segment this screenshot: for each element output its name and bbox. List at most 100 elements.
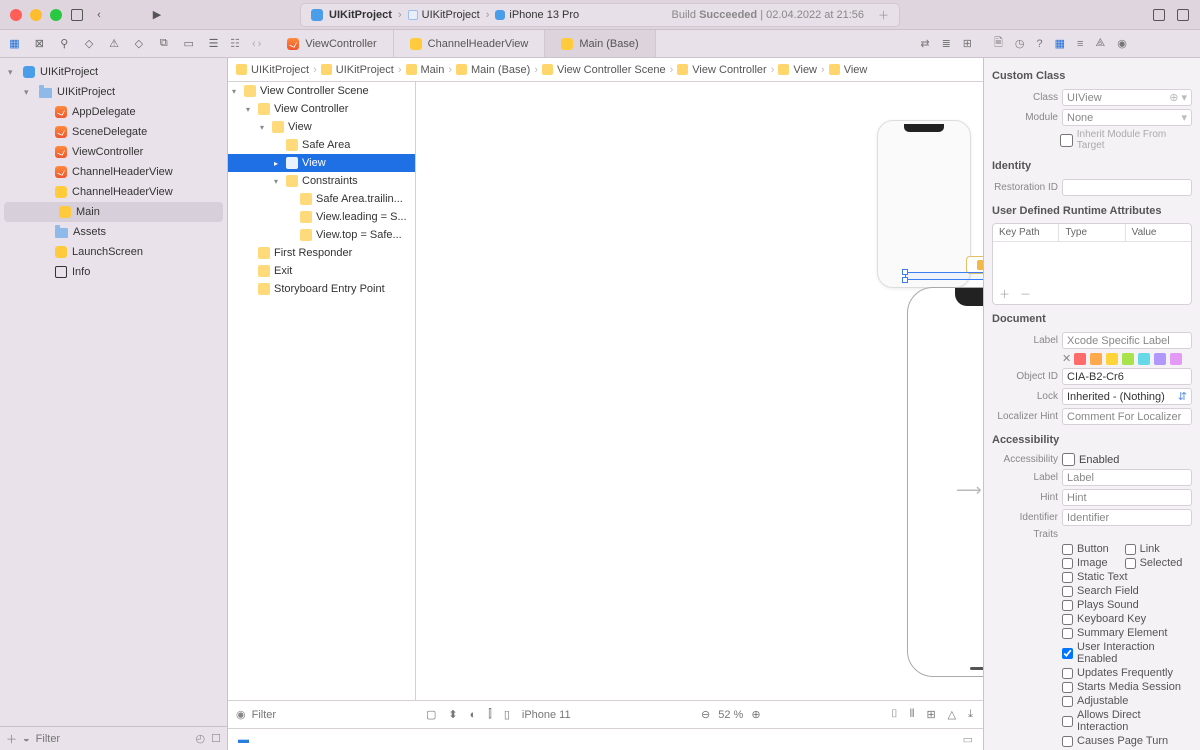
outline-item[interactable]: ▸View (228, 154, 415, 172)
zoom-in-icon[interactable]: ⊕ (751, 708, 760, 721)
preview-device-label[interactable]: iPhone 11 (522, 709, 571, 721)
trait-checkbox[interactable] (1062, 600, 1073, 611)
breadcrumb-segment[interactable]: UIKitProject (336, 64, 394, 76)
report-navigator-icon[interactable]: ☰ (207, 37, 220, 51)
orientation-icon[interactable]: ⬍ (448, 708, 457, 721)
trait-checkbox[interactable] (1062, 736, 1073, 747)
color-swatch[interactable] (1122, 353, 1134, 365)
lochint-field[interactable]: Comment For Localizer (1062, 408, 1192, 425)
debug-view-icon[interactable]: ▬ (238, 734, 249, 746)
trait-checkbox[interactable] (1062, 696, 1073, 707)
outline-item[interactable]: ▾View Controller (228, 100, 415, 118)
restoration-id-field[interactable] (1062, 179, 1192, 196)
navigator-item[interactable]: ChannelHeaderView (0, 182, 227, 202)
trait-checkbox[interactable] (1062, 628, 1073, 639)
help-inspector-icon[interactable]: ? (1036, 38, 1042, 50)
adjust-editor-icon[interactable]: ≣ (942, 37, 951, 50)
add-attr-icon[interactable]: ＋ (999, 286, 1010, 302)
identity-inspector-icon[interactable]: ▦ (1055, 37, 1065, 50)
trait-checkbox[interactable] (1125, 544, 1136, 555)
disclosure-icon[interactable]: ▾ (246, 105, 254, 114)
debug-filter-icon[interactable]: ▭ (963, 733, 973, 746)
editor-tab[interactable]: ViewController (271, 30, 393, 57)
file-inspector-icon[interactable]: 🗎 (994, 34, 1003, 53)
resolve-icon[interactable]: △ (948, 708, 956, 721)
view-as-icon[interactable]: ▢ (426, 708, 436, 721)
nav-chevron-icon[interactable]: ‹ (92, 8, 106, 22)
color-swatch[interactable] (1074, 353, 1086, 365)
trait-checkbox[interactable] (1062, 648, 1073, 659)
acc-label-field[interactable]: Label (1062, 469, 1192, 486)
issue-navigator-icon[interactable]: ⚠ (108, 37, 121, 51)
outline-item[interactable]: View.top = Safe... (228, 226, 415, 244)
canvas-minimap[interactable] (877, 120, 971, 288)
color-swatch[interactable] (1106, 353, 1118, 365)
trait-checkbox[interactable] (1062, 544, 1073, 555)
trait-checkbox[interactable] (1062, 558, 1073, 569)
outline-filter-icon[interactable]: ◉ (236, 708, 246, 721)
disclosure-icon[interactable]: ▸ (274, 159, 282, 168)
outline-item[interactable]: ▾View Controller Scene (228, 82, 415, 100)
acc-ident-field[interactable]: Identifier (1062, 509, 1192, 526)
acc-enabled-checkbox[interactable] (1062, 453, 1075, 466)
color-swatch[interactable] (1154, 353, 1166, 365)
runtime-attrs-table[interactable]: Key Path Type Value ＋－ (992, 223, 1192, 305)
add-editor-icon[interactable]: ⊞ (963, 37, 972, 50)
breadcrumb-segment[interactable]: View Controller Scene (557, 64, 666, 76)
trait-checkbox[interactable] (1062, 572, 1073, 583)
class-field[interactable]: UIView⊕ ▾ (1062, 89, 1192, 106)
breadcrumb-segment[interactable]: View Controller (692, 64, 766, 76)
navigator-item[interactable]: SceneDelegate (0, 122, 227, 142)
editor-tab[interactable]: ChannelHeaderView (394, 30, 546, 57)
zoom-level[interactable]: 52 % (718, 709, 743, 721)
add-target-icon[interactable]: ＋ (6, 731, 17, 747)
trait-checkbox[interactable] (1062, 668, 1073, 679)
attributes-inspector-icon[interactable]: ≡ (1077, 38, 1083, 50)
disclosure-icon[interactable]: ▾ (232, 87, 240, 96)
constraints-mode-icon[interactable]: ⫿ (488, 708, 492, 721)
disclosure-icon[interactable]: ▾ (260, 123, 268, 132)
debug-navigator-icon[interactable]: ⧉ (157, 37, 170, 51)
recent-filter-icon[interactable]: ◴ (196, 732, 206, 745)
run-button[interactable]: ▶ (150, 8, 164, 22)
outline-item[interactable]: Safe Area.trailin... (228, 190, 415, 208)
breadcrumb-segment[interactable]: View (844, 64, 868, 76)
history-back[interactable]: ‹ (252, 38, 256, 50)
navigator-item[interactable]: ChannelHeaderView (0, 162, 227, 182)
navigator-filter-input[interactable] (36, 733, 190, 745)
test-navigator-icon[interactable]: ◇ (132, 37, 145, 51)
breadcrumb-segment[interactable]: Main (421, 64, 445, 76)
remove-attr-icon[interactable]: － (1020, 286, 1031, 302)
trait-checkbox[interactable] (1062, 682, 1073, 693)
outline-filter-input[interactable] (252, 709, 408, 721)
inspector-toggle-icon[interactable] (1176, 8, 1190, 22)
trait-checkbox[interactable] (1062, 716, 1073, 727)
trait-checkbox[interactable] (1062, 586, 1073, 597)
navigator-item[interactable]: ▾UIKitProject (0, 82, 227, 102)
interface-builder-canvas[interactable]: ⟶ (416, 82, 983, 700)
jump-bar[interactable]: UIKitProject›UIKitProject›Main›Main (Bas… (228, 58, 983, 82)
zoom-out-icon[interactable]: ⊖ (701, 708, 710, 721)
outline-item[interactable]: First Responder (228, 244, 415, 262)
source-control-navigator-icon[interactable]: ⊠ (33, 37, 46, 51)
outline-item[interactable]: ▾View (228, 118, 415, 136)
outline-item[interactable]: View.leading = S... (228, 208, 415, 226)
symbol-navigator-icon[interactable]: ⚲ (58, 37, 71, 51)
minimize-window[interactable] (30, 9, 42, 21)
navigator-item[interactable]: Main (4, 202, 223, 222)
size-inspector-icon[interactable]: ⟁ (1095, 37, 1105, 50)
navigator-item[interactable]: AppDelegate (0, 102, 227, 122)
inherit-module-checkbox[interactable] (1060, 134, 1073, 147)
scm-filter-icon[interactable]: ☐ (211, 732, 221, 745)
device-config-icon[interactable]: ▯ (504, 708, 510, 721)
scheme-status-bar[interactable]: UIKitProject › UIKitProject › iPhone 13 … (300, 3, 900, 27)
module-field[interactable]: None▾ (1062, 109, 1192, 126)
project-navigator-icon[interactable]: ▦ (8, 37, 21, 51)
embed-in-icon[interactable]: ⤓ (968, 708, 973, 721)
acc-hint-field[interactable]: Hint (1062, 489, 1192, 506)
outline-item[interactable]: ▾Constraints (228, 172, 415, 190)
disclosure-icon[interactable]: ▾ (24, 87, 34, 98)
compare-icon[interactable]: ⇄ (920, 37, 929, 50)
align-icon[interactable]: ⦀ (910, 708, 915, 721)
outline-item[interactable]: Exit (228, 262, 415, 280)
